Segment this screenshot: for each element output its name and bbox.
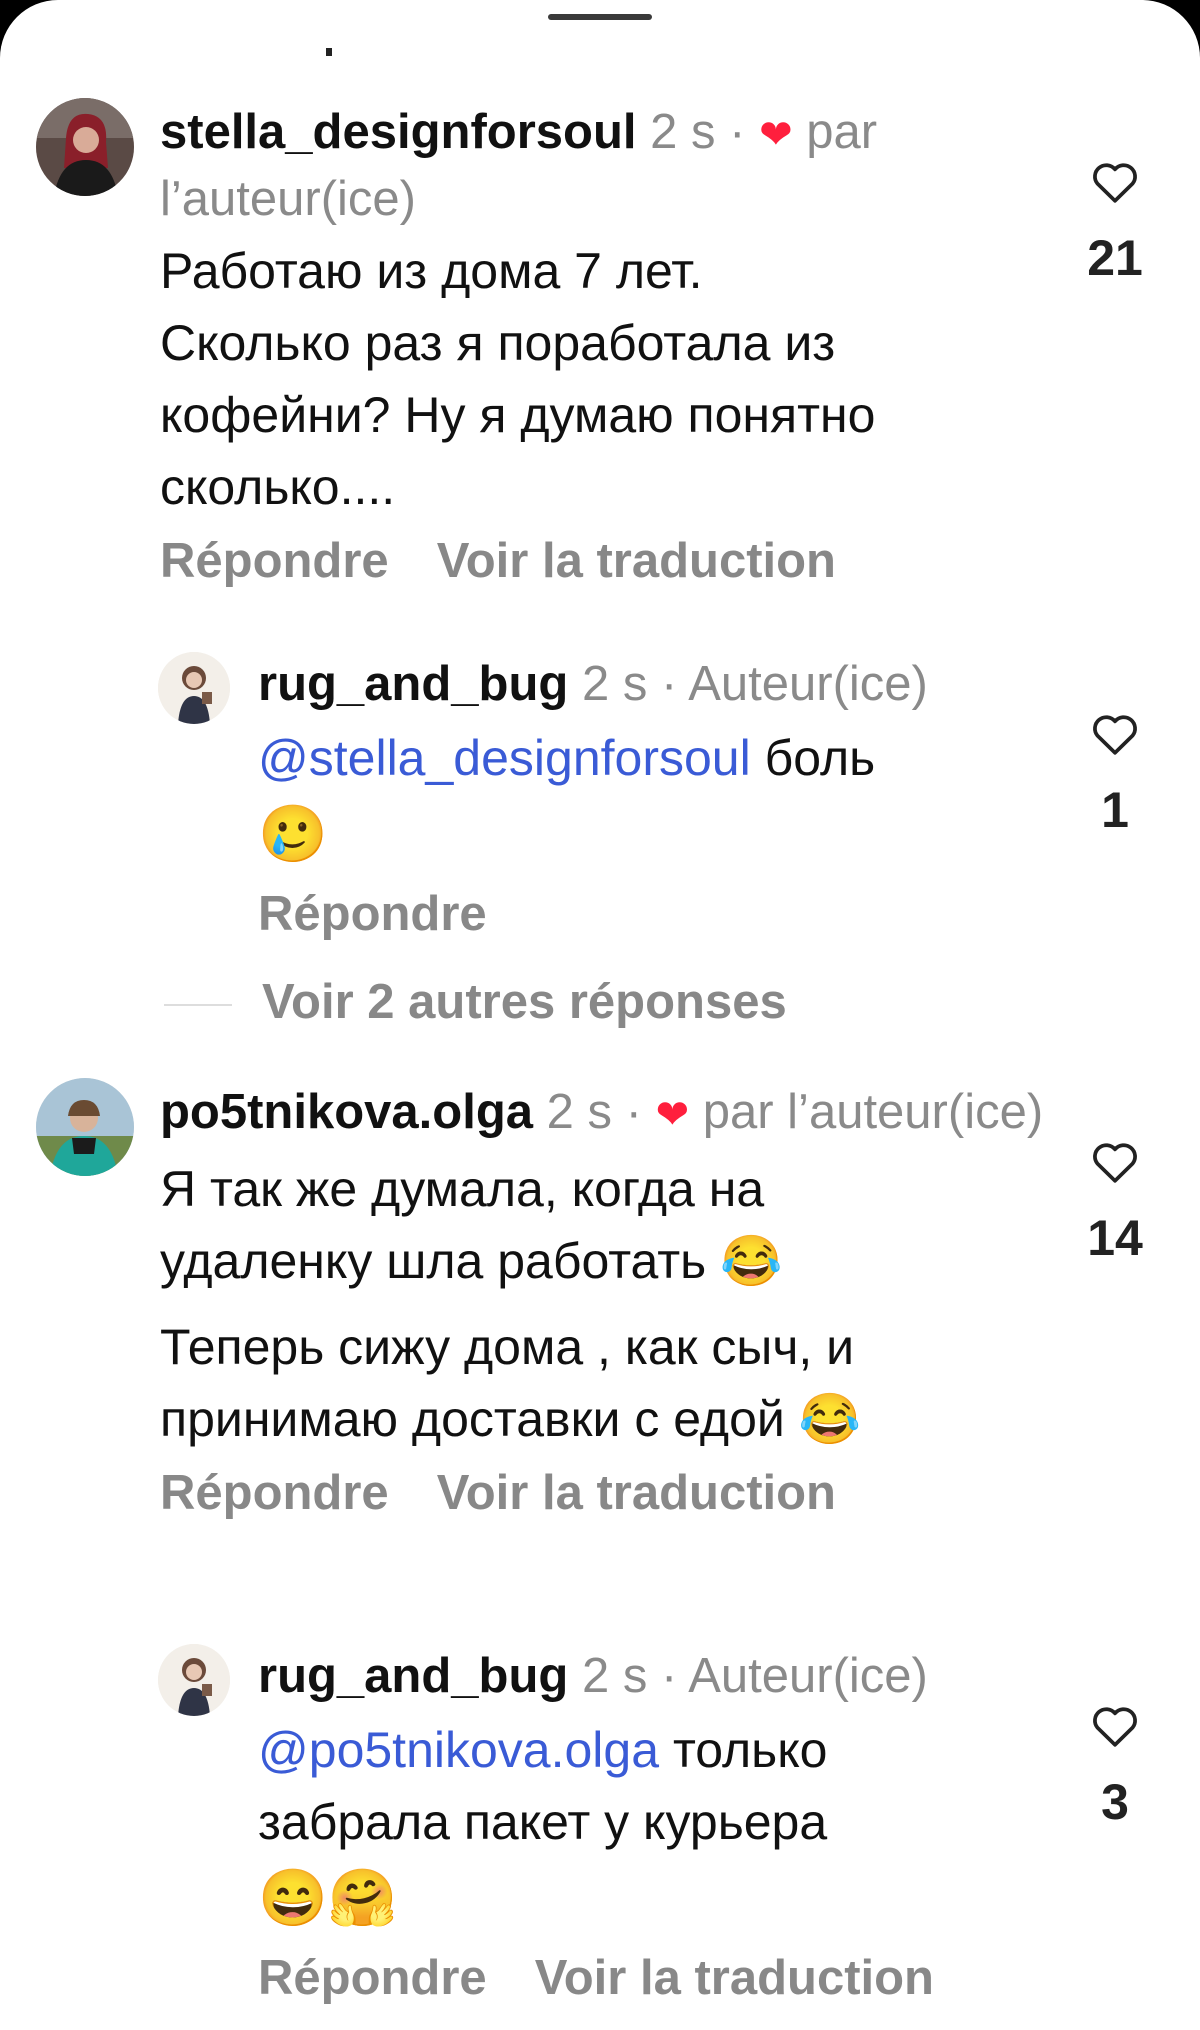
view-more-replies[interactable]: Voir 2 autres réponses xyxy=(164,970,787,1034)
comment-body: stella_designforsoul 2 s · ❤ par l’auteu… xyxy=(160,100,1060,593)
heart-outline-icon[interactable] xyxy=(1090,1702,1140,1748)
reply-button[interactable]: Répondre xyxy=(258,887,487,941)
heart-filled-icon: ❤ xyxy=(759,113,793,157)
reply-button[interactable]: Répondre xyxy=(160,1466,389,1520)
comment-text-line: Работаю из дома 7 лет. xyxy=(160,243,703,299)
like-count: 1 xyxy=(1101,782,1129,838)
reply-time: 2 s xyxy=(581,657,648,711)
comment-text-line: Теперь сижу дома , как сыч, и xyxy=(160,1319,855,1375)
reply-avatar[interactable] xyxy=(158,1644,230,1716)
reply-text-line: забрала пакет у курьера xyxy=(258,1794,828,1850)
see-translation-button[interactable]: Voir la traduction xyxy=(535,1951,934,2005)
comment-body: po5tnikova.olga 2 s · ❤ par l’auteur(ice… xyxy=(160,1080,1060,1525)
comment-text: Работаю из дома 7 лет. Сколько раз я пор… xyxy=(160,235,1060,523)
avatar-illustration xyxy=(158,1644,230,1716)
reply-actions: Répondre xyxy=(258,882,1058,946)
heart-outline-icon[interactable] xyxy=(1090,1138,1140,1184)
comment-header: stella_designforsoul 2 s · ❤ par l’auteu… xyxy=(160,100,1060,231)
author-tag: · Auteur(ice) xyxy=(660,657,928,711)
reply-header: rug_and_bug 2 s · Auteur(ice) xyxy=(258,1644,1058,1708)
comment-text-line: сколько.... xyxy=(160,459,396,515)
reply-actions: Répondre Voir la traduction xyxy=(258,1946,1058,2010)
reply-header: rug_and_bug 2 s · Auteur(ice) xyxy=(258,652,1058,716)
like-control[interactable]: 14 xyxy=(1070,1138,1160,1268)
comments-sheet: stella_designforsoul 2 s · ❤ par l’auteu… xyxy=(0,0,1200,2030)
status-dot xyxy=(326,48,332,56)
author-tag: · Auteur(ice) xyxy=(660,1649,928,1703)
reply-avatar[interactable] xyxy=(158,652,230,724)
comment-time: 2 s xyxy=(650,105,716,159)
like-control[interactable]: 1 xyxy=(1070,710,1160,840)
like-control[interactable]: 21 xyxy=(1070,158,1160,288)
comment-actions: Répondre Voir la traduction xyxy=(160,529,1060,593)
avatar-photo xyxy=(36,1078,134,1176)
like-count: 14 xyxy=(1087,1210,1143,1266)
mention-link[interactable]: @stella_designforsoul xyxy=(258,730,751,786)
comment-actions: Répondre Voir la traduction xyxy=(160,1461,1060,1525)
separator: · xyxy=(729,105,746,159)
reply-body: rug_and_bug 2 s · Auteur(ice) @po5tnikov… xyxy=(258,1644,1058,2010)
reply-text-fragment: только xyxy=(672,1722,828,1778)
separator: · xyxy=(625,1085,642,1139)
view-more-replies-label[interactable]: Voir 2 autres réponses xyxy=(262,975,787,1029)
comment-text: Я так же думала, когда на удаленку шла р… xyxy=(160,1153,1060,1455)
comment-text-line: Я так же думала, когда на xyxy=(160,1161,765,1217)
comment-text-line: принимаю доставки с едой 😂 xyxy=(160,1391,861,1447)
emoji: 🥲 xyxy=(258,802,328,865)
avatar[interactable] xyxy=(36,98,134,196)
comment-time: 2 s xyxy=(546,1085,613,1139)
reply-username[interactable]: rug_and_bug xyxy=(258,657,568,711)
reply-button[interactable]: Répondre xyxy=(160,534,389,588)
like-count: 3 xyxy=(1101,1774,1129,1830)
liked-by-author-label: par l’auteur(ice) xyxy=(702,1085,1044,1139)
like-count: 21 xyxy=(1087,230,1143,286)
see-translation-button[interactable]: Voir la traduction xyxy=(437,1466,836,1520)
like-control[interactable]: 3 xyxy=(1070,1702,1160,1832)
reply-button[interactable]: Répondre xyxy=(258,1951,487,2005)
reply-time: 2 s xyxy=(581,1649,648,1703)
reply-body: rug_and_bug 2 s · Auteur(ice) @stella_de… xyxy=(258,652,1058,946)
emoji: 😄🤗 xyxy=(258,1866,398,1929)
heart-filled-icon: ❤ xyxy=(655,1093,690,1137)
reply-username[interactable]: rug_and_bug xyxy=(258,1649,568,1703)
reply-text-fragment: боль xyxy=(764,730,876,786)
divider-line xyxy=(164,1004,232,1007)
comment-header: po5tnikova.olga 2 s · ❤ par l’auteur(ice… xyxy=(160,1080,1060,1147)
mention-link[interactable]: @po5tnikova.olga xyxy=(258,1722,659,1778)
comment-text-line: кофейни? Ну я думаю понятно xyxy=(160,387,876,443)
sheet-grabber[interactable] xyxy=(548,14,652,20)
avatar[interactable] xyxy=(36,1078,134,1176)
comment-text-line: Сколько раз я поработала из xyxy=(160,315,836,371)
see-translation-button[interactable]: Voir la traduction xyxy=(437,534,836,588)
heart-outline-icon[interactable] xyxy=(1090,158,1140,204)
reply-text: @stella_designforsoul боль 🥲 xyxy=(258,722,1058,866)
reply-text: @po5tnikova.olga только забрала пакет у … xyxy=(258,1714,1058,1930)
heart-outline-icon[interactable] xyxy=(1090,710,1140,756)
comment-text-line: удаленку шла работать 😂 xyxy=(160,1233,783,1289)
avatar-photo xyxy=(36,98,134,196)
comment-username[interactable]: stella_designforsoul xyxy=(160,105,637,159)
avatar-illustration xyxy=(158,652,230,724)
comment-username[interactable]: po5tnikova.olga xyxy=(160,1085,533,1139)
